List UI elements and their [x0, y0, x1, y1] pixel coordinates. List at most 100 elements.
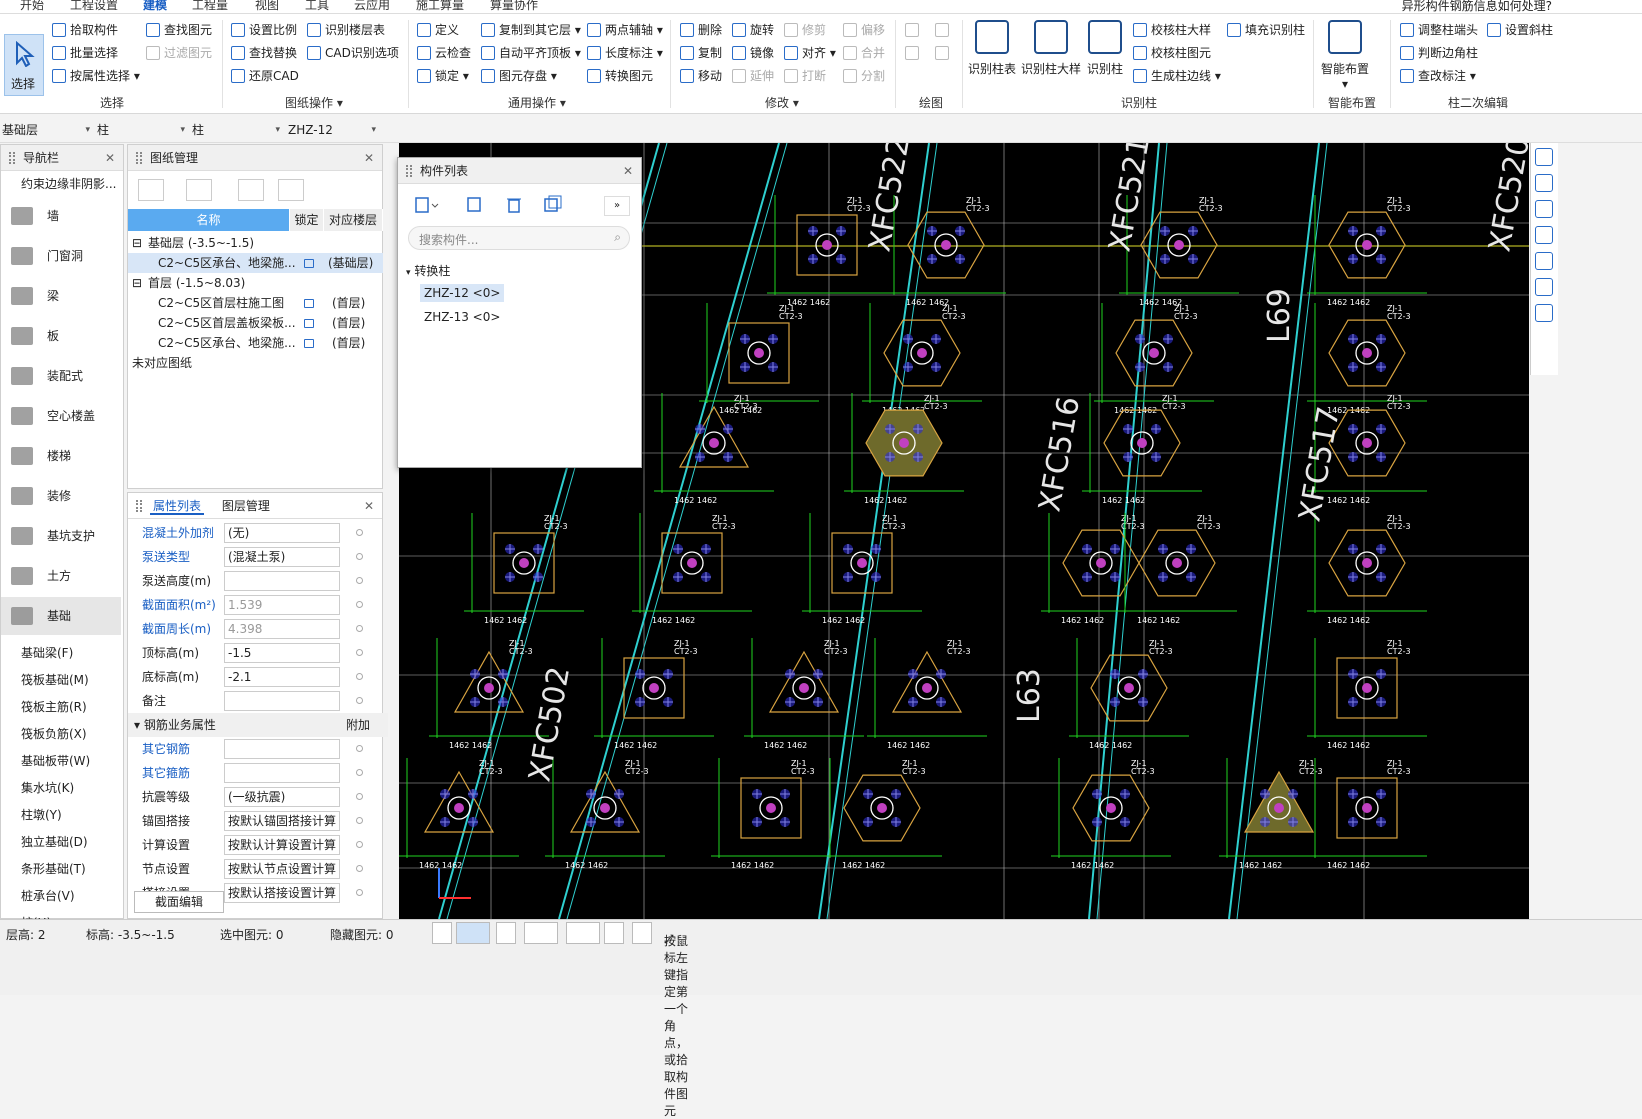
search-input[interactable]: 搜索构件... ⌕ — [408, 226, 630, 250]
close-icon[interactable]: ✕ — [364, 145, 374, 171]
property-value[interactable]: 4.398 — [224, 619, 340, 639]
expand-icon[interactable]: » — [604, 196, 630, 216]
menu-view[interactable]: 视图 — [255, 0, 279, 13]
split-button[interactable]: 分割 — [843, 66, 885, 86]
generate-edge-button[interactable]: 生成柱边线 ▾ — [1133, 66, 1221, 86]
group-row[interactable]: ⊟ 基础层 (-3.5~-1.5) — [128, 233, 383, 253]
menu-cloud[interactable]: 云应用 — [354, 0, 390, 13]
fill-identify-column-button[interactable]: 填充识别柱 — [1227, 20, 1305, 40]
cad-options-button[interactable]: CAD识别选项 — [307, 43, 399, 63]
refresh-drawing-button[interactable] — [238, 179, 264, 201]
display-button[interactable] — [604, 922, 624, 944]
filter-element-button[interactable]: 过滤图元 — [146, 43, 212, 63]
public-flag-icon[interactable] — [356, 553, 363, 560]
public-flag-icon[interactable] — [356, 745, 363, 752]
identify-column-table-button[interactable]: 识别柱表 — [968, 20, 1016, 77]
identify-column-button[interactable]: 识别柱 — [1085, 20, 1125, 77]
public-flag-icon[interactable] — [356, 841, 363, 848]
identify-floor-table-button[interactable]: 识别楼层表 — [307, 20, 385, 40]
angle-button[interactable] — [524, 922, 558, 944]
menu-quantity[interactable]: 工程量 — [192, 0, 228, 13]
draw-point-button[interactable] — [905, 20, 919, 40]
nav-sub-item[interactable]: 筏板主筋(R) — [21, 695, 87, 719]
table-row[interactable]: C2~C5区首层盖板梁板... (首层) — [128, 313, 383, 333]
nav-sub-item[interactable]: 集水坑(K) — [21, 776, 74, 800]
nav-item[interactable]: 墙 — [1, 197, 121, 235]
ortho-button[interactable] — [432, 922, 452, 944]
pick-member-button[interactable]: 拾取构件 — [52, 20, 118, 40]
find-element-button[interactable]: 查找图元 — [146, 20, 212, 40]
nav-sub-item[interactable]: 筏板基础(M) — [21, 668, 89, 692]
offset-button[interactable]: 偏移 — [843, 20, 885, 40]
extend-button[interactable]: 延伸 — [732, 66, 774, 86]
merge-button[interactable]: 合并 — [843, 43, 885, 63]
property-value[interactable] — [224, 571, 340, 591]
property-value[interactable]: 按默认搭接设置计算 — [224, 883, 340, 903]
col-name-header[interactable]: 名称 — [128, 209, 290, 231]
property-value[interactable] — [224, 691, 340, 711]
nav-item[interactable]: 梁 — [1, 277, 121, 315]
subtype-dropdown[interactable]: 柱 ▾ — [190, 119, 282, 141]
section-edit-button[interactable]: 截面编辑 — [134, 891, 224, 913]
snap-button[interactable] — [456, 922, 490, 944]
view-cube-icon[interactable] — [1535, 200, 1553, 218]
nav-item[interactable]: 土方 — [1, 557, 121, 595]
table-row[interactable]: C2~C5区承台、地梁施... (基础层) — [128, 253, 383, 273]
public-flag-icon[interactable] — [356, 697, 363, 704]
public-flag-icon[interactable] — [356, 865, 363, 872]
public-flag-icon[interactable] — [356, 577, 363, 584]
menu-project-settings[interactable]: 工程设置 — [70, 0, 118, 13]
move-button[interactable]: 移动 — [680, 66, 722, 86]
two-point-axis-button[interactable]: 两点辅轴 ▾ — [587, 20, 663, 40]
property-value[interactable]: 按默认锚固搭接计算 — [224, 811, 340, 831]
align-button[interactable]: 对齐 ▾ — [784, 43, 836, 63]
property-value[interactable]: (一级抗震) — [224, 787, 340, 807]
help-question-link[interactable]: 异形构件钢筋信息如何处理? — [1402, 0, 1552, 13]
smart-layout-button[interactable]: 智能布置 ▾ — [1318, 20, 1372, 91]
copy-to-floor-button[interactable]: 复制到其它层 ▾ — [481, 20, 581, 40]
set-scale-button[interactable]: 设置比例 — [231, 20, 297, 40]
col-lock-header[interactable]: 锁定 — [290, 209, 324, 231]
draw-line-button[interactable] — [905, 43, 919, 63]
select-button[interactable]: 选择 — [4, 34, 44, 96]
public-flag-icon[interactable] — [356, 769, 363, 776]
close-icon[interactable]: ✕ — [623, 158, 633, 184]
component-group[interactable]: ▾ 转换柱 — [406, 262, 450, 279]
store-element-button[interactable]: 图元存盘 ▾ — [481, 66, 557, 86]
property-value[interactable]: 按默认计算设置计算 — [224, 835, 340, 855]
view-2d-icon[interactable] — [1535, 148, 1553, 166]
menu-construction[interactable]: 施工算量 — [416, 0, 464, 13]
identify-column-detail-button[interactable]: 识别柱大样 — [1021, 20, 1081, 77]
grip-icon[interactable] — [406, 165, 412, 177]
property-value[interactable]: 1.539 — [224, 595, 340, 615]
restore-cad-button[interactable]: 还原CAD — [231, 66, 299, 86]
set-slope-button[interactable]: 设置斜柱 — [1487, 20, 1553, 40]
dynamic-input-button[interactable] — [566, 922, 600, 944]
nav-item[interactable]: 装配式 — [1, 357, 121, 395]
property-value[interactable]: -2.1 — [224, 667, 340, 687]
find-replace-button[interactable]: 查找替换 — [231, 43, 297, 63]
property-value[interactable]: (无) — [224, 523, 340, 543]
define-button[interactable]: 定义 — [417, 20, 459, 40]
menu-modeling[interactable]: 建模 — [143, 0, 167, 13]
public-flag-icon[interactable] — [356, 673, 363, 680]
nav-sub-item[interactable]: 桩承台(V) — [21, 884, 75, 908]
nav-item[interactable]: 基坑支护 — [1, 517, 121, 555]
lock-icon[interactable] — [304, 339, 314, 348]
member-dropdown[interactable]: ZHZ-12 ▾ — [286, 119, 378, 141]
property-value[interactable] — [224, 763, 340, 783]
cross-select-button[interactable] — [496, 922, 516, 944]
group-row[interactable]: ⊟ 首层 (-1.5~8.03) — [128, 273, 383, 293]
property-value[interactable]: (混凝土泵) — [224, 547, 340, 567]
trim-button[interactable]: 修剪 — [784, 20, 826, 40]
public-flag-icon[interactable] — [356, 529, 363, 536]
draw-arc-button[interactable] — [935, 43, 949, 63]
select-by-prop-button[interactable]: 按属性选择 ▾ — [52, 66, 140, 86]
rotate-button[interactable]: 旋转 — [732, 20, 774, 40]
list-item[interactable]: ZHZ-12 <0> — [420, 284, 505, 302]
nav-item[interactable]: 门窗洞 — [1, 237, 121, 275]
copy-component-button[interactable] — [462, 194, 486, 216]
tab-property-list[interactable]: 属性列表 — [150, 499, 205, 515]
table-row[interactable]: 未对应图纸 — [128, 353, 383, 373]
view-3d-icon[interactable] — [1535, 174, 1553, 192]
